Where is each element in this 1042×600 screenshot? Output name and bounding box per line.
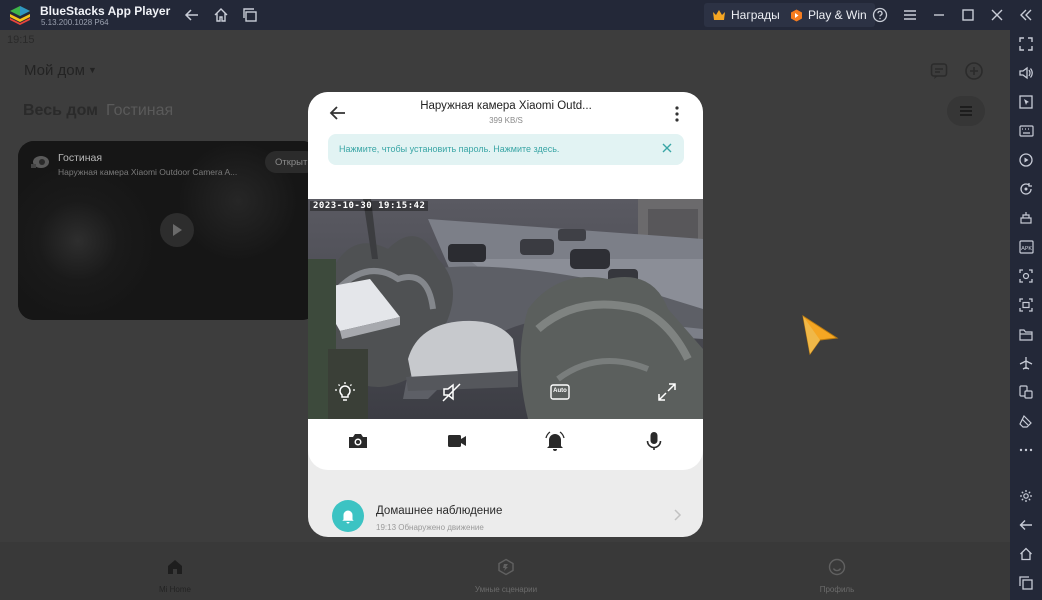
device-card-camera[interactable]: Гостиная Наружная камера Xiaomi Outdoor … [18, 141, 318, 320]
camera-bitrate: 399 KB/S [489, 116, 523, 125]
home-title: Мой дом [24, 62, 85, 79]
apk-icon[interactable]: APK [1018, 239, 1034, 255]
camera-panel: Наружная камера Xiaomi Outd... 399 KB/S … [308, 92, 703, 470]
chevron-right-icon [674, 509, 682, 521]
back-arrow-icon[interactable] [328, 103, 348, 123]
bluestacks-window: BlueStacks App Player 5.13.200.1028 P64 … [0, 0, 1042, 600]
nav-mi-home[interactable]: Mi Home [115, 558, 235, 594]
messages-icon[interactable] [929, 61, 949, 81]
back-icon[interactable] [183, 6, 201, 24]
devices-icon[interactable] [1018, 384, 1034, 400]
multi-instance-icon[interactable] [241, 6, 259, 24]
home-monitoring-row[interactable]: Домашнее наблюдение 19:13 Обнаружено дви… [308, 470, 703, 537]
tab-whole-home[interactable]: Весь дом [23, 102, 98, 120]
bluestacks-logo [10, 6, 30, 25]
room-list-button[interactable] [947, 96, 985, 126]
keyboard-icon[interactable] [1018, 123, 1034, 139]
nav-profile[interactable]: Профиль [777, 558, 897, 594]
airplane-icon[interactable] [1018, 355, 1034, 371]
build-icon[interactable] [1018, 210, 1034, 226]
rewards-label: Награды [731, 8, 780, 22]
rewards-button[interactable]: Награды [704, 3, 788, 27]
home-tab-icon [168, 560, 182, 574]
android-recents-icon[interactable] [1018, 575, 1034, 591]
live-video[interactable]: 2023-10-30 19:15:42 Auto [308, 199, 703, 419]
nav-label: Mi Home [158, 585, 191, 594]
erase-icon[interactable] [1018, 413, 1034, 429]
crown-icon [713, 10, 725, 20]
collapse-sidebar-icon[interactable] [1017, 6, 1035, 24]
video-timestamp: 2023-10-30 19:15:42 [310, 201, 429, 211]
media-icon[interactable] [1018, 152, 1034, 168]
rotate-icon[interactable] [1018, 181, 1034, 197]
play-win-button[interactable]: Play & Win [782, 3, 875, 27]
pointer-icon[interactable] [1018, 94, 1034, 110]
microphone-icon[interactable] [643, 430, 665, 452]
close-icon[interactable] [988, 6, 1006, 24]
app-version: 5.13.200.1028 P64 [41, 18, 109, 27]
profile-tab-icon [828, 558, 846, 576]
play-win-label: Play & Win [808, 8, 867, 22]
maximize-icon[interactable] [959, 6, 977, 24]
status-time: 19:15 [7, 34, 35, 46]
app-title: BlueStacks App Player [40, 4, 171, 18]
android-home-icon[interactable] [1018, 546, 1034, 562]
resolution-label: Auto [553, 388, 567, 394]
menu-icon[interactable] [901, 6, 919, 24]
more-icon[interactable] [1018, 442, 1034, 458]
fullscreen-icon[interactable] [1018, 36, 1034, 52]
card-room: Гостиная [58, 152, 103, 164]
android-screen: 19:15 Мой дом ▼ Весь дом Гостиная Гостина… [0, 30, 1010, 600]
mouse-cursor-icon [802, 314, 839, 356]
settings-icon[interactable] [1018, 488, 1034, 504]
monitoring-icon-wrap [332, 500, 364, 532]
card-device-name: Наружная камера Xiaomi Outdoor Camera A.… [58, 167, 238, 177]
nav-smart-scenes[interactable]: Умные сценарии [446, 558, 566, 594]
password-banner[interactable]: Нажмите, чтобы установить пароль. Нажмит… [328, 134, 684, 165]
svg-text:APK: APK [1021, 246, 1032, 252]
play-win-icon [791, 9, 802, 21]
volume-icon[interactable] [1018, 65, 1034, 81]
monitoring-title: Домашнее наблюдение [376, 505, 503, 517]
banner-close-icon[interactable] [661, 142, 673, 154]
more-vertical-icon[interactable] [670, 104, 684, 124]
scenes-tab-icon [498, 558, 514, 576]
camera-snapshot-icon[interactable] [347, 430, 369, 452]
video-record-icon[interactable] [446, 430, 468, 452]
caret-down-icon: ▼ [87, 65, 97, 75]
nav-label: Умные сценарии [474, 585, 538, 594]
title-bar: BlueStacks App Player 5.13.200.1028 P64 … [0, 0, 1042, 30]
light-icon[interactable] [334, 381, 356, 403]
folder-icon[interactable] [1018, 326, 1034, 342]
camera-title: Наружная камера Xiaomi Outd... [420, 100, 592, 112]
help-icon[interactable] [871, 6, 889, 24]
tab-living-room[interactable]: Гостиная [106, 102, 173, 120]
bell-icon [342, 510, 354, 524]
nav-label: Профиль [819, 585, 855, 594]
android-back-icon[interactable] [1018, 517, 1034, 533]
card-play-button[interactable] [160, 213, 194, 247]
bottom-navigation: Mi Home Умные сценарии Профиль [0, 542, 1010, 600]
record-icon[interactable] [1018, 297, 1034, 313]
home-icon[interactable] [212, 6, 230, 24]
add-device-icon[interactable] [964, 61, 984, 81]
list-menu-icon [960, 106, 972, 116]
banner-text: Нажмите, чтобы установить пароль. Нажмит… [339, 144, 560, 154]
resolution-auto-button[interactable]: Auto [549, 381, 571, 403]
home-selector[interactable]: Мой дом ▼ [24, 62, 97, 79]
fullscreen-expand-icon[interactable] [656, 381, 678, 403]
alarm-bell-icon[interactable] [544, 430, 566, 452]
video-frame [308, 199, 703, 419]
monitoring-subtitle: 19:13 Обнаружено движение [376, 523, 484, 532]
play-icon [173, 224, 182, 236]
bluestacks-sidebar: APK [1010, 30, 1042, 600]
mute-icon[interactable] [441, 381, 463, 403]
screenshot-icon[interactable] [1018, 268, 1034, 284]
minimize-icon[interactable] [930, 6, 948, 24]
outdoor-camera-icon [31, 156, 49, 168]
